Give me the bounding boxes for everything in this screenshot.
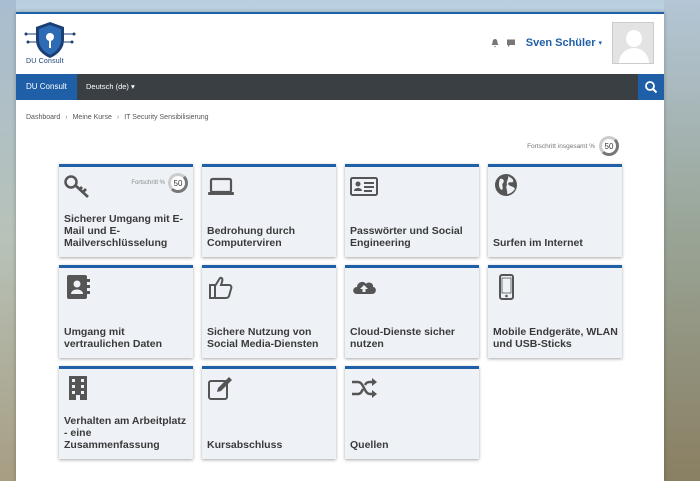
- overall-progress-label: Fortschritt insgesamt %: [527, 142, 595, 150]
- tile-progress-label: Fortschritt %: [131, 180, 165, 186]
- logo-text: DU Consult: [26, 58, 64, 65]
- nav-brand-link[interactable]: DU Consult: [16, 74, 77, 100]
- edit-icon: [207, 375, 235, 401]
- mobile-icon: [493, 274, 521, 300]
- overall-progress-ring: 50: [599, 136, 619, 156]
- tile-progress: Fortschritt % 50: [131, 173, 188, 193]
- tile-cloud-services[interactable]: Cloud-Dienste sicher nutzen: [345, 265, 479, 358]
- chat-icon[interactable]: [506, 38, 516, 48]
- globe-icon: [493, 173, 521, 199]
- tile-title: Cloud-Dienste sicher nutzen: [350, 326, 456, 350]
- breadcrumb-dashboard[interactable]: Dashboard: [26, 114, 60, 121]
- tile-computer-viruses[interactable]: Bedrohung durch Computerviren: [202, 164, 336, 257]
- tile-title: Surfen im Internet: [493, 237, 583, 249]
- search-icon: [645, 81, 658, 94]
- tile-confidential-data[interactable]: Umgang mit vertraulichen Daten: [59, 265, 193, 358]
- tile-title: Verhalten am Arbeitplatz - eine Zusammen…: [64, 415, 187, 451]
- thumbs-up-icon: [207, 274, 235, 300]
- background-left: [0, 0, 16, 481]
- site-header: DU Consult Sven Schüler ▾: [16, 14, 664, 74]
- language-label: Deutsch (de): [86, 82, 129, 91]
- overall-progress-value: 50: [604, 141, 614, 151]
- tile-workplace[interactable]: Verhalten am Arbeitplatz - eine Zusammen…: [59, 366, 193, 459]
- course-tiles-grid: Fortschritt % 50 Sicherer Umgang mit E-M…: [59, 164, 623, 459]
- tile-title: Mobile Endgeräte, WLAN und USB-Sticks: [493, 326, 618, 350]
- cloud-upload-icon: [350, 274, 378, 300]
- tile-title: Sicherer Umgang mit E-Mail und E-Mailver…: [64, 213, 184, 249]
- bell-icon[interactable]: [490, 38, 500, 48]
- tile-mobile-devices[interactable]: Mobile Endgeräte, WLAN und USB-Sticks: [488, 265, 622, 358]
- tile-progress-value: 50: [173, 178, 183, 188]
- breadcrumb-current-course[interactable]: IT Security Sensibilisierung: [124, 114, 208, 121]
- tile-internet[interactable]: Surfen im Internet: [488, 164, 622, 257]
- laptop-icon: [207, 173, 235, 199]
- tile-title: Passwörter und Social Engineering: [350, 225, 463, 249]
- tile-passwords[interactable]: Passwörter und Social Engineering: [345, 164, 479, 257]
- tile-course-completion[interactable]: Kursabschluss: [202, 366, 336, 459]
- tile-sources[interactable]: Quellen: [345, 366, 479, 459]
- user-name[interactable]: Sven Schüler: [526, 37, 596, 49]
- page-container: DU Consult Sven Schüler ▾ DU Consult Deu…: [16, 12, 664, 481]
- key-icon: [64, 173, 92, 199]
- breadcrumb-separator-icon: ›: [116, 114, 120, 121]
- overall-progress: Fortschritt insgesamt % 50: [527, 136, 619, 156]
- background-right: [664, 0, 700, 481]
- search-button[interactable]: [638, 74, 664, 100]
- tile-email[interactable]: Fortschritt % 50 Sicherer Umgang mit E-M…: [59, 164, 193, 257]
- user-menu: Sven Schüler ▾: [490, 22, 654, 64]
- tile-title: Umgang mit vertraulichen Daten: [64, 326, 163, 350]
- tile-title: Sichere Nutzung von Social Media-Dienste…: [207, 326, 319, 350]
- breadcrumb-separator-icon: ›: [65, 114, 68, 121]
- building-icon: [64, 375, 92, 401]
- breadcrumb-my-courses[interactable]: Meine Kurse: [73, 114, 112, 121]
- breadcrumb: Dashboard › Meine Kurse › IT Security Se…: [26, 114, 209, 121]
- tile-social-media[interactable]: Sichere Nutzung von Social Media-Dienste…: [202, 265, 336, 358]
- tile-title: Bedrohung durch Computerviren: [207, 225, 296, 249]
- tile-title: Quellen: [350, 439, 389, 451]
- language-menu[interactable]: Deutsch (de) ▾: [86, 74, 135, 100]
- user-dropdown-caret-icon[interactable]: ▾: [598, 39, 602, 47]
- address-book-icon: [64, 274, 92, 300]
- tile-progress-ring: 50: [168, 173, 188, 193]
- language-caret-icon: ▾: [131, 82, 135, 91]
- tile-title: Kursabschluss: [207, 439, 283, 451]
- shuffle-icon: [350, 375, 378, 401]
- shield-logo-icon: [24, 22, 76, 58]
- avatar[interactable]: [612, 22, 654, 64]
- main-navbar: DU Consult Deutsch (de) ▾: [16, 74, 664, 100]
- id-card-icon: [350, 173, 378, 199]
